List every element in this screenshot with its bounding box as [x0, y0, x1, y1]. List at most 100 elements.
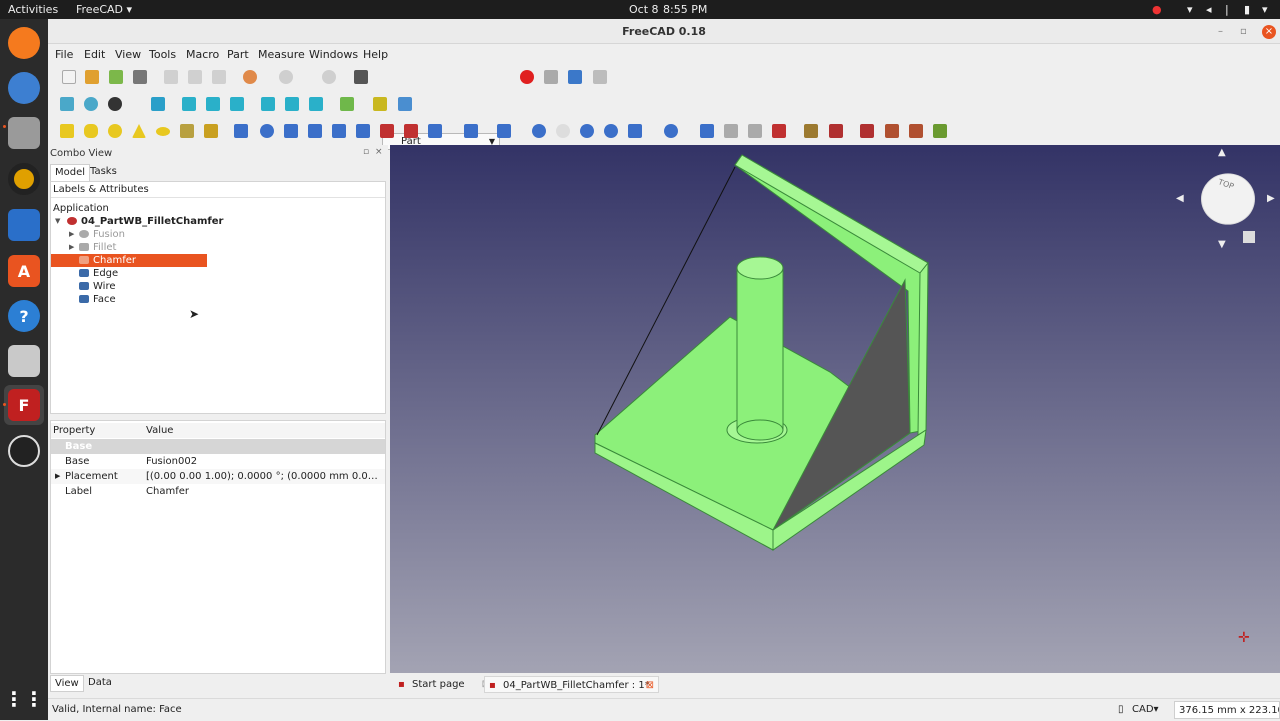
menu-tools[interactable]: Tools [149, 48, 176, 61]
print-icon[interactable] [133, 70, 147, 84]
nav-down-arrow-icon[interactable]: ▼ [1218, 239, 1226, 250]
left-view-icon[interactable] [309, 97, 323, 111]
torus-icon[interactable] [156, 127, 170, 136]
document-viewer-icon[interactable] [8, 345, 40, 377]
top-view-icon[interactable] [206, 97, 220, 111]
menu-help[interactable]: Help [363, 48, 388, 61]
model-render[interactable] [390, 145, 1280, 673]
activities-button[interactable]: Activities [8, 3, 58, 16]
tab-view[interactable]: View [50, 675, 84, 692]
property-value[interactable]: [(0.00 0.00 1.00); 0.0000 °; (0.0000 mm … [146, 469, 382, 484]
property-row[interactable]: Base Fusion002 [51, 454, 385, 469]
close-icon[interactable]: × [375, 147, 383, 157]
tab-model[interactable]: Model [50, 164, 91, 181]
cut-boolean-icon[interactable] [556, 124, 570, 138]
3d-viewport[interactable]: TOP ◀ ▶ ▲ ▼ ✛ [390, 145, 1280, 673]
menu-file[interactable]: File [55, 48, 73, 61]
common-icon[interactable] [604, 124, 618, 138]
rear-view-icon[interactable] [261, 97, 275, 111]
refresh-icon[interactable] [322, 70, 336, 84]
whats-this-icon[interactable] [354, 70, 368, 84]
fillet-icon[interactable] [308, 124, 322, 138]
paste-icon[interactable] [212, 70, 226, 84]
fit-selection-icon[interactable] [84, 97, 98, 111]
property-row[interactable]: Label Chamfer [51, 484, 385, 499]
battery-icon[interactable]: ▮ [1244, 3, 1250, 16]
revolve-icon[interactable] [260, 124, 274, 138]
bottom-view-icon[interactable] [285, 97, 299, 111]
isometric-icon[interactable] [151, 97, 165, 111]
refine-shape-icon[interactable] [885, 124, 899, 138]
software-icon[interactable]: A [8, 255, 40, 287]
close-icon[interactable]: ⊠ [646, 677, 654, 694]
show-applications-icon[interactable]: ⋮⋮ [4, 683, 44, 715]
nav-view-menu-icon[interactable] [1243, 231, 1255, 243]
sweep-icon[interactable] [428, 124, 442, 138]
shape-builder-icon[interactable] [909, 124, 923, 138]
files-icon[interactable] [8, 117, 40, 149]
firefox-icon[interactable] [8, 27, 40, 59]
sphere-icon[interactable] [108, 124, 122, 138]
close-button[interactable]: × [1262, 25, 1276, 39]
check-geometry-icon[interactable] [700, 124, 714, 138]
writer-icon[interactable] [8, 209, 40, 241]
tab-document[interactable]: ▪ 04_PartWB_FilletChamfer : 1* ⊠ [484, 676, 659, 693]
menu-view[interactable]: View [115, 48, 141, 61]
float-icon[interactable]: ▫ [363, 147, 369, 157]
tab-tasks[interactable]: Tasks [86, 164, 121, 181]
maximize-button[interactable]: ▫ [1240, 19, 1247, 44]
ruled-surface-icon[interactable] [380, 124, 394, 138]
tab-start-page[interactable]: ▪ Start page ⊠ [394, 676, 490, 693]
chamfer-icon[interactable] [332, 124, 346, 138]
tree-document[interactable]: ▼ 04_PartWB_FilletChamfer [53, 215, 383, 228]
clock-time[interactable]: 8:55 PM [663, 3, 707, 16]
join-features-icon[interactable] [628, 124, 642, 138]
menu-macro[interactable]: Macro [186, 48, 219, 61]
macro-stop-icon[interactable] [544, 70, 558, 84]
section-icon[interactable] [464, 124, 478, 138]
minimize-button[interactable]: – [1218, 19, 1223, 44]
expand-arrow-icon[interactable]: ▶ [69, 241, 74, 254]
split-features-icon[interactable] [664, 124, 678, 138]
clock-date[interactable]: Oct 8 [629, 3, 659, 16]
macro-record-icon[interactable] [520, 70, 534, 84]
thunderbird-icon[interactable] [8, 72, 40, 104]
measure-distance-icon[interactable] [340, 97, 354, 111]
loft-icon[interactable] [404, 124, 418, 138]
defeaturing-icon[interactable] [724, 124, 738, 138]
tree-item-fusion[interactable]: ▶ Fusion [53, 228, 383, 241]
tree-item-wire[interactable]: Wire [53, 280, 383, 293]
undo-icon[interactable] [243, 70, 257, 84]
new-icon[interactable] [62, 70, 76, 84]
macro-run-icon[interactable] [593, 70, 607, 84]
property-value[interactable]: Chamfer [146, 484, 382, 499]
nav-right-arrow-icon[interactable]: ▶ [1267, 193, 1275, 204]
menu-part[interactable]: Part [227, 48, 249, 61]
make-face-icon[interactable] [356, 124, 370, 138]
record-icon[interactable]: ● [1152, 3, 1162, 16]
property-row[interactable]: ▶ Placement [(0.00 0.00 1.00); 0.0000 °;… [51, 469, 385, 484]
expand-arrow-icon[interactable]: ▼ [55, 215, 60, 228]
copy-icon[interactable] [188, 70, 202, 84]
fuse-icon[interactable] [580, 124, 594, 138]
tab-data[interactable]: Data [84, 675, 116, 692]
volume-icon[interactable]: ◂ [1206, 3, 1212, 16]
right-view-icon[interactable] [230, 97, 244, 111]
thickness-icon[interactable] [772, 124, 786, 138]
tree-item-edge[interactable]: Edge [53, 267, 383, 280]
front-view-icon[interactable] [182, 97, 196, 111]
cylinder-icon[interactable] [84, 124, 98, 138]
obs-icon[interactable] [8, 435, 40, 467]
app-menu[interactable]: FreeCAD ▾ [76, 3, 132, 16]
attachment-icon[interactable] [829, 124, 843, 138]
open-icon[interactable] [85, 70, 99, 84]
menu-edit[interactable]: Edit [84, 48, 105, 61]
redo-icon[interactable] [279, 70, 293, 84]
macro-edit-icon[interactable] [568, 70, 582, 84]
tree-item-face[interactable]: Face [53, 293, 383, 306]
draw-style-icon[interactable] [108, 97, 122, 111]
boolean-icon[interactable] [532, 124, 546, 138]
projection-icon[interactable] [804, 124, 818, 138]
fit-all-icon[interactable] [60, 97, 74, 111]
help-icon[interactable]: ? [8, 300, 40, 332]
